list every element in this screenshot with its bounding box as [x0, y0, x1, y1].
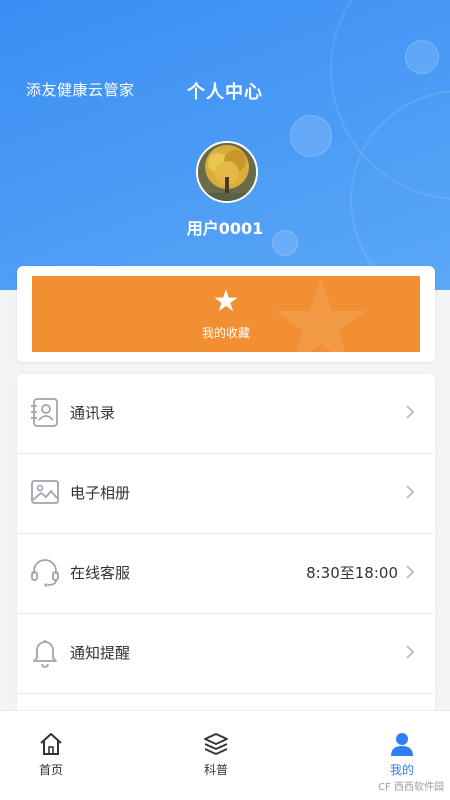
chevron-right-icon	[406, 565, 415, 579]
username: 用户0001	[186, 219, 264, 238]
menu-item-customer-service[interactable]: 在线客服 8:30至18:00	[17, 534, 435, 614]
page-title: 个人中心	[187, 82, 263, 103]
watermark: CF 西西软件园	[378, 782, 444, 793]
menu-label: 通讯录	[70, 404, 116, 422]
chevron-right-icon	[406, 485, 415, 499]
decor-bubble	[290, 115, 332, 157]
tab-label: 首页	[38, 763, 63, 777]
bell-icon	[33, 640, 57, 668]
chevron-right-icon	[406, 405, 415, 419]
menu-item-contacts[interactable]: 通讯录	[17, 374, 435, 454]
menu-label: 电子相册	[70, 484, 131, 502]
tab-label: 我的	[389, 763, 414, 777]
avatar[interactable]	[196, 141, 258, 203]
profile-header: 添友健康云管家 个人中心 用户0001	[0, 0, 450, 290]
menu-list: 通讯录 电子相册 在线客服 8:30至18:00 通知提醒	[17, 374, 435, 720]
photo-album-icon	[31, 480, 59, 504]
headset-icon	[31, 559, 59, 587]
star-icon: ★	[212, 284, 240, 319]
user-icon	[391, 733, 413, 756]
chevron-right-icon	[406, 645, 415, 659]
tab-label: 科普	[203, 763, 228, 777]
favorites-label: 我的收藏	[201, 326, 250, 340]
tab-science[interactable]: 科普	[171, 711, 261, 800]
menu-item-album[interactable]: 电子相册	[17, 454, 435, 534]
avatar-photo	[198, 143, 256, 201]
menu-label: 通知提醒	[70, 644, 131, 662]
home-icon	[40, 733, 62, 755]
layers-icon	[204, 733, 228, 755]
menu-item-notifications[interactable]: 通知提醒	[17, 614, 435, 694]
tab-home[interactable]: 首页	[6, 711, 96, 800]
menu-label: 在线客服	[70, 564, 131, 582]
contacts-book-icon	[31, 398, 58, 427]
favorites-button[interactable]: ★ ★ 我的收藏	[32, 276, 420, 352]
service-hours: 8:30至18:00	[306, 564, 398, 582]
favorites-card: ★ ★ 我的收藏	[17, 266, 435, 362]
